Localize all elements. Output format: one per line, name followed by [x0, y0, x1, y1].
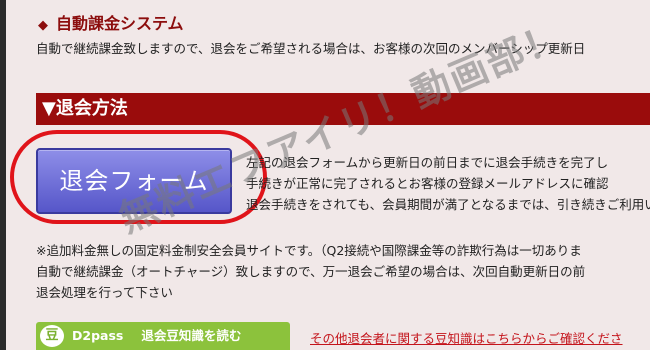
instruction-line: 手続きが正常に完了されるとお客様の登録メールアドレスに確認 [246, 176, 609, 191]
billing-notes: ※追加料金無しの固定料金制安全会員サイトです。（Q2接続や国際課金等の詐欺行為は… [36, 240, 585, 303]
auto-billing-description: 自動で継続課金致しますので、退会をご希望される場合は、お客様の次回のメンバーシッ… [36, 41, 586, 56]
note-line: ※追加料金無しの固定料金制安全会員サイトです。（Q2接続や国際課金等の詐欺行為は… [36, 243, 582, 258]
withdrawal-tips-button[interactable]: 豆 D2pass 退会豆知識を読む [36, 322, 290, 350]
auto-billing-heading-text: 自動課金システム [56, 14, 184, 33]
bean-icon: 豆 [40, 325, 64, 347]
left-edge-bar [0, 0, 6, 350]
instruction-line: 左記の退会フォームから更新日の前日までに退会手続きを完了し [246, 155, 609, 170]
withdrawal-method-bar: ▼退会方法 [36, 93, 650, 125]
instruction-line: 退会手続きをされても、会員期間が満了となるまでは、引き続きご利用い [246, 197, 650, 212]
d2pass-label: D2pass [72, 328, 124, 343]
highlight-circle [10, 130, 267, 224]
other-tips-link[interactable]: その他退会者に関する豆知識はこちらからご確認くださ [310, 328, 623, 347]
withdrawal-instructions: 左記の退会フォームから更新日の前日までに退会手続きを完了し 手続きが正常に完了さ… [246, 152, 650, 215]
auto-billing-heading: ◆ 自動課金システム [38, 10, 184, 34]
withdrawal-tips-label: 退会豆知識を読む [141, 328, 242, 343]
note-line: 退会処理を行って下さい [36, 285, 173, 300]
diamond-bullet-icon: ◆ [38, 18, 48, 33]
note-line: 自動で継続課金（オートチャージ）致しますので、万一退会ご希望の場合は、次回自動更… [36, 264, 586, 279]
